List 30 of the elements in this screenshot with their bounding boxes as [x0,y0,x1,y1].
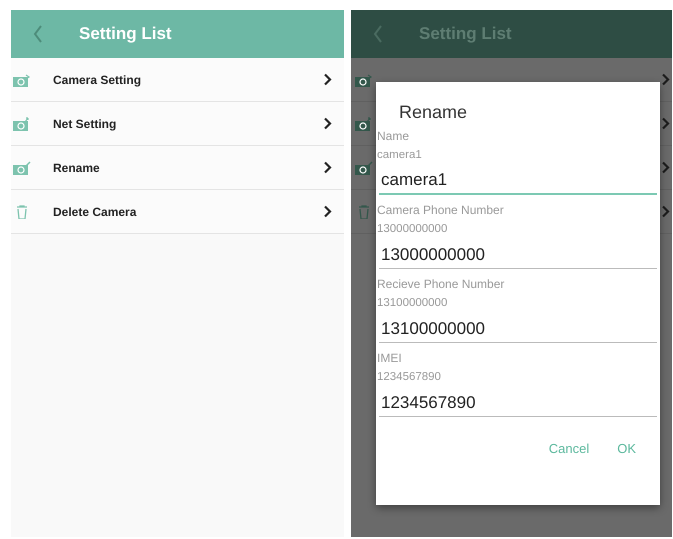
field-label: Camera Phone Number [377,202,505,219]
chevron-right-icon [323,73,332,86]
screen-title: Setting List [79,24,172,44]
camera-icon [13,160,31,174]
camera-icon [13,116,31,130]
chevron-right-icon [661,161,670,174]
back-icon[interactable] [373,25,383,43]
input-field[interactable]: 13000000000 [379,241,657,269]
chevron-right-icon [661,73,670,86]
field-hint: 13100000000 [377,296,448,311]
camera-icon [355,116,373,130]
input-field[interactable]: 13100000000 [379,315,657,343]
chevron-right-icon [323,205,332,218]
input-field[interactable]: 1234567890 [379,389,657,417]
chevron-right-icon [323,161,332,174]
dialog-title: Rename [399,102,468,123]
chevron-right-icon [661,205,670,218]
input-field[interactable]: camera1 [379,167,657,195]
field-label: Name [377,128,410,145]
back-icon[interactable] [33,25,43,43]
chevron-right-icon [323,117,332,130]
field-label: IMEI [377,350,403,367]
field-label: Recieve Phone Number [377,276,506,293]
field-hint: 1234567890 [377,370,442,385]
chevron-right-icon [661,117,670,130]
field-hint: camera1 [377,148,423,163]
camera-icon [355,160,373,174]
field-hint: 13000000000 [377,222,448,237]
camera-icon [13,72,31,86]
camera-icon [355,72,373,86]
